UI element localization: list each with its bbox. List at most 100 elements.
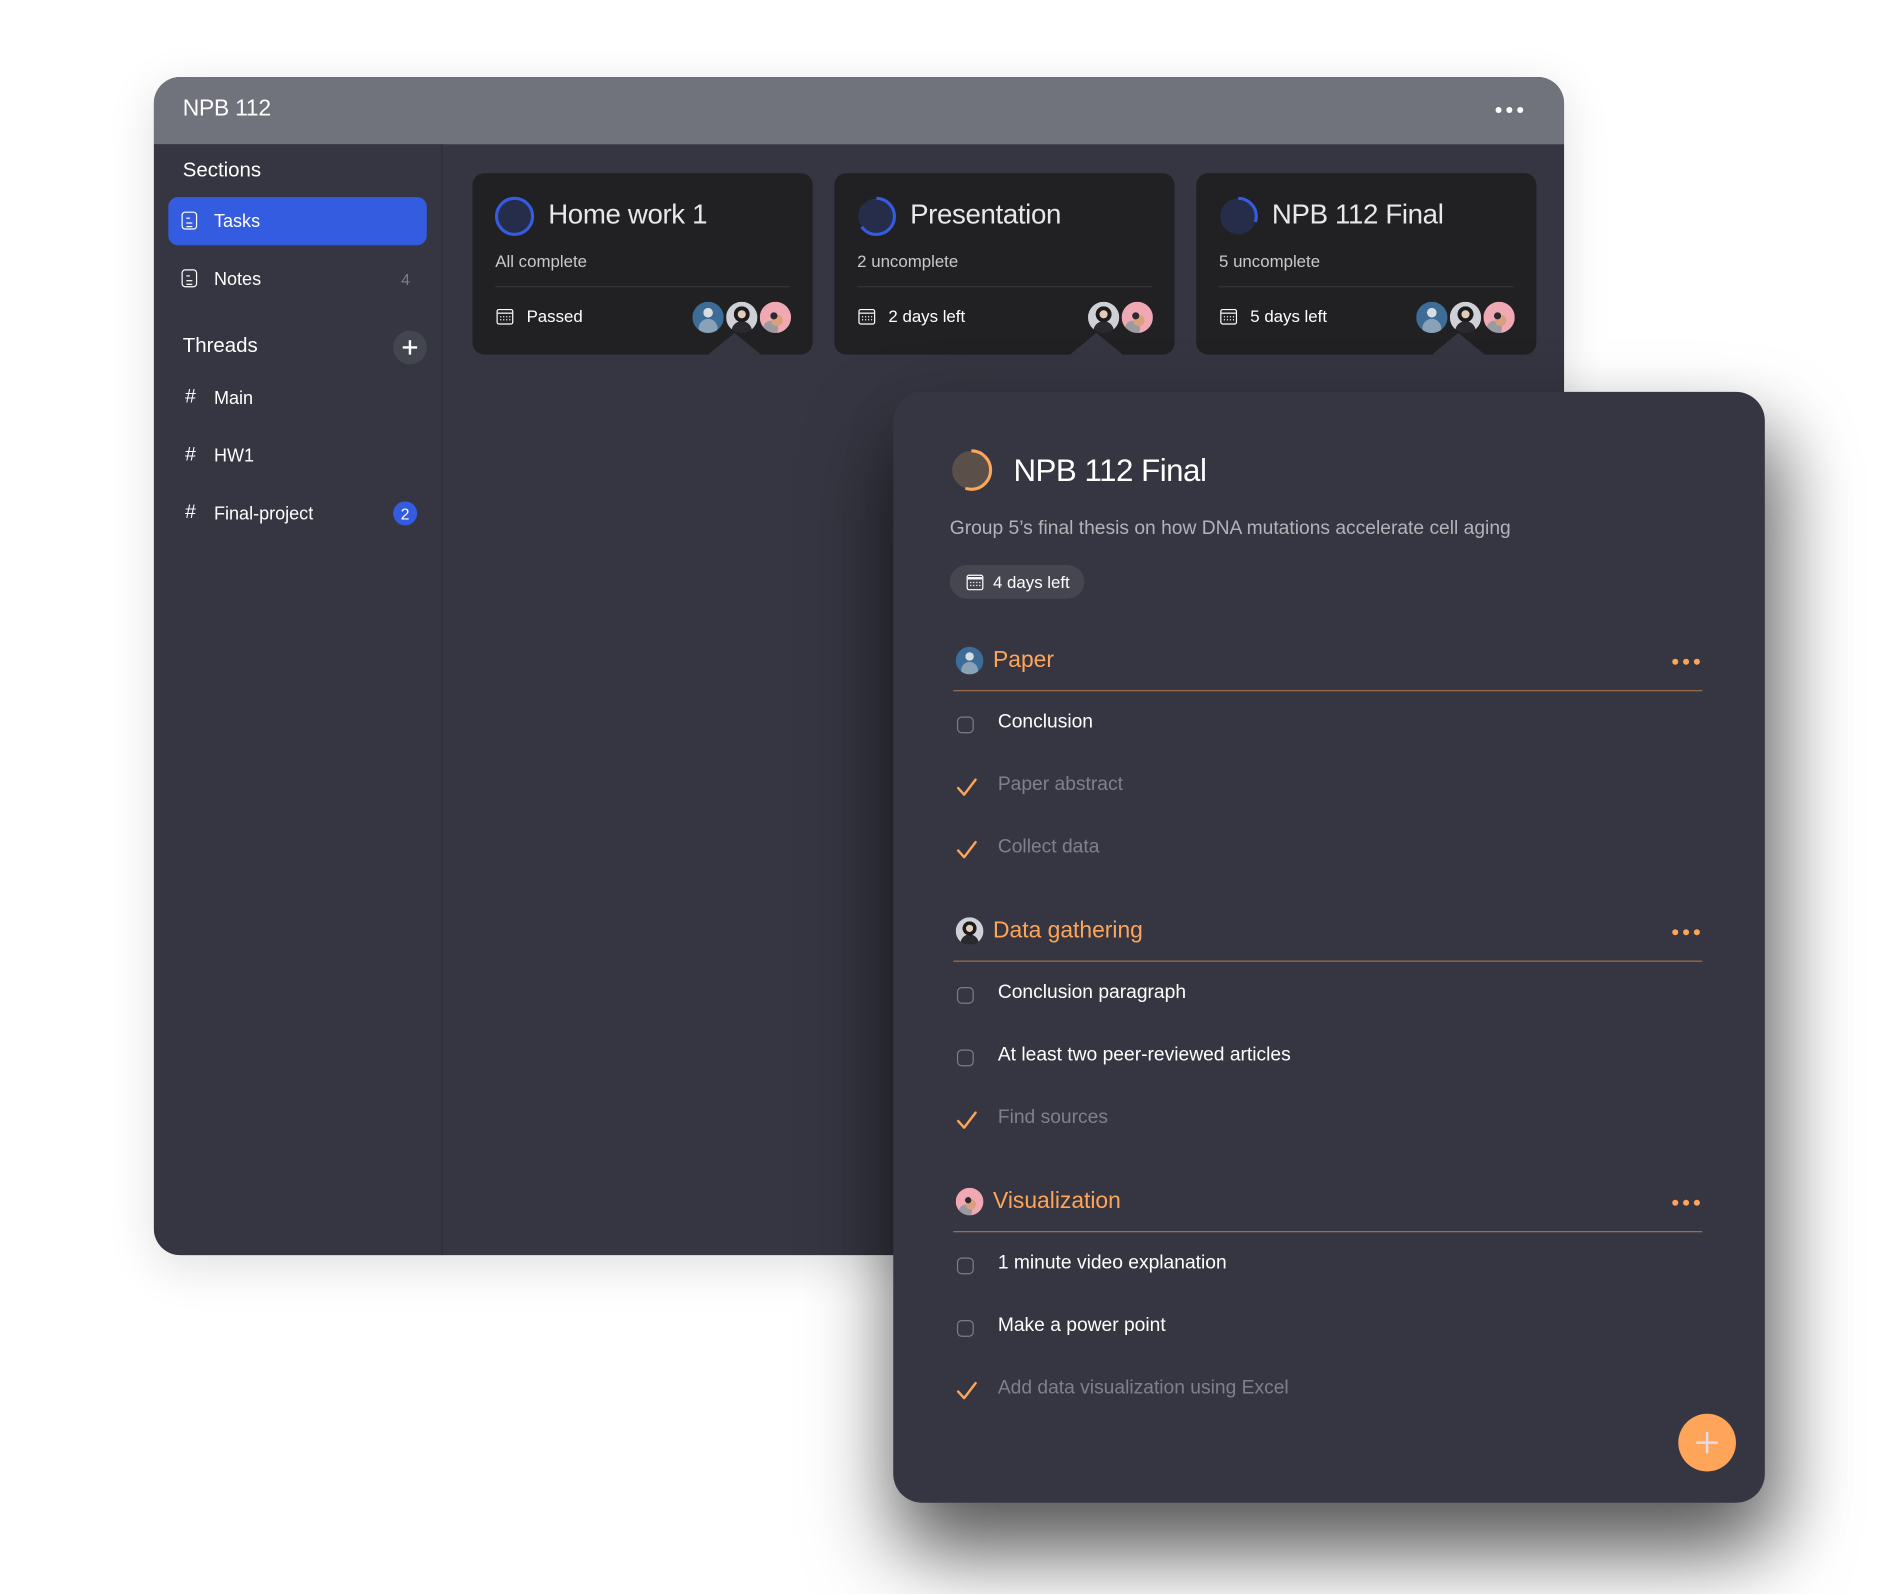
card-title: Presentation [910, 198, 1061, 230]
card-status: 5 uncomplete [1219, 251, 1321, 271]
dot [1693, 658, 1700, 665]
card-status: All complete [495, 251, 587, 271]
avatar [955, 917, 984, 945]
dot [1683, 658, 1690, 665]
more-options-button[interactable] [1495, 106, 1524, 114]
sidebar-item-main[interactable]: # Main [168, 374, 426, 422]
task-card[interactable]: Home work 1 All complete Passed [472, 173, 813, 355]
checkbox[interactable] [956, 1320, 974, 1337]
title-bar: NPB 112 [153, 76, 1565, 145]
task-group: Visualization 1 minute video explanation M… [953, 1173, 1703, 1420]
more-horizontal-icon [1672, 1199, 1679, 1206]
task-item[interactable]: Conclusion [953, 691, 1702, 754]
checkbox[interactable] [956, 716, 974, 734]
task-group: Paper Conclusion Paper abstract Collect dat… [953, 632, 1703, 879]
task-label: At least two peer-reviewed articles [997, 1044, 1291, 1066]
dot [1693, 929, 1700, 936]
checkbox[interactable] [956, 1257, 974, 1275]
task-detail-panel: NPB 112 Final Group 5’s final thesis on … [893, 391, 1765, 1503]
checkbox[interactable] [956, 1049, 974, 1067]
progress-ring-icon [494, 196, 535, 236]
add-task-button[interactable] [1678, 1413, 1736, 1472]
progress-ring-icon [950, 449, 993, 491]
sections-heading: Sections [182, 158, 262, 182]
hash-icon: # [185, 502, 196, 523]
avatar-group [1087, 301, 1153, 334]
task-card[interactable]: Presentation 2 uncomplete 2 days left [834, 173, 1175, 355]
window-title: NPB 112 [182, 96, 271, 122]
due-date-pill[interactable]: 4 days left [949, 565, 1085, 599]
card-notch [708, 333, 761, 355]
dot [1693, 1199, 1700, 1206]
checkmark-icon[interactable] [956, 1380, 978, 1402]
task-item[interactable]: Conclusion paragraph [953, 962, 1702, 1025]
dot [1517, 106, 1524, 114]
avatar [1121, 301, 1153, 334]
avatar [1416, 301, 1448, 334]
card-due: Passed [526, 306, 583, 326]
sidebar-item-hw1[interactable]: # HW1 [168, 432, 426, 480]
group-header: Visualization [953, 1173, 1703, 1233]
avatar [1449, 301, 1482, 334]
divider [495, 286, 790, 288]
avatar [1483, 301, 1515, 334]
avatar [726, 301, 758, 334]
task-label: Add data visualization using Excel [997, 1377, 1289, 1399]
group-more-button[interactable] [1672, 1199, 1700, 1206]
more-horizontal-icon [1672, 929, 1679, 936]
more-horizontal-icon [1672, 658, 1679, 665]
avatar [955, 646, 984, 675]
group-title: Paper [993, 647, 1054, 674]
group-more-button[interactable] [1672, 658, 1700, 665]
sidebar-item-label: HW1 [213, 445, 255, 466]
card-title: NPB 112 Final [1271, 198, 1444, 230]
checkmark-icon[interactable] [956, 1110, 978, 1132]
stage: NPB 112 Sections Tasks Notes 4 Threads #… [0, 0, 1885, 1594]
sidebar-item-label: Final-project [213, 503, 314, 524]
dot [1683, 1199, 1690, 1206]
task-item[interactable]: Make a power point [953, 1295, 1702, 1358]
sidebar-item-tasks[interactable]: Tasks [168, 197, 427, 246]
card-status: 2 uncomplete [857, 251, 959, 271]
group-more-button[interactable] [1672, 929, 1700, 936]
task-label: Collect data [997, 836, 1100, 858]
task-item[interactable]: At least two peer-reviewed articles [953, 1024, 1702, 1087]
document-icon [181, 269, 198, 288]
avatar [759, 301, 792, 334]
sidebar-item-label: Main [213, 387, 254, 409]
group-title: Visualization [993, 1188, 1121, 1215]
card-notch [1431, 333, 1485, 355]
sidebar-item-label: Tasks [213, 210, 261, 232]
dot [1506, 106, 1513, 114]
hash-icon: # [185, 444, 196, 466]
hash-icon: # [185, 387, 196, 408]
progress-ring-icon [1218, 196, 1258, 236]
dot [1683, 929, 1690, 936]
task-item[interactable]: Collect data [953, 816, 1702, 879]
detail-description: Group 5’s final thesis on how DNA mutati… [949, 518, 1511, 539]
threads-heading: Threads [182, 334, 258, 358]
checkmark-icon[interactable] [956, 777, 978, 799]
task-label: Conclusion [997, 711, 1093, 733]
card-due: 5 days left [1250, 306, 1328, 326]
task-group: Data gathering Conclusion paragraph At lea… [953, 903, 1703, 1150]
calendar-icon [966, 574, 984, 590]
group-header: Data gathering [953, 903, 1703, 962]
task-item[interactable]: Paper abstract [953, 754, 1702, 817]
task-item[interactable]: Add data visualization using Excel [953, 1357, 1702, 1420]
avatar-group [692, 301, 792, 334]
document-icon [181, 211, 198, 230]
checkmark-icon[interactable] [956, 839, 978, 861]
sidebar-item-notes[interactable]: Notes 4 [168, 255, 426, 303]
detail-title: NPB 112 Final [1013, 452, 1207, 489]
task-card[interactable]: NPB 112 Final 5 uncomplete 5 days left [1196, 173, 1537, 355]
sidebar-item-final-project[interactable]: # Final-project 2 [168, 489, 426, 537]
checkbox[interactable] [956, 987, 974, 1004]
divider [857, 286, 1152, 288]
card-due: 2 days left [888, 306, 966, 326]
avatar-group [1416, 301, 1515, 334]
due-date-text: 4 days left [993, 572, 1070, 592]
add-thread-button[interactable] [393, 330, 427, 365]
task-item[interactable]: 1 minute video explanation [953, 1232, 1702, 1295]
task-item[interactable]: Find sources [953, 1087, 1702, 1150]
